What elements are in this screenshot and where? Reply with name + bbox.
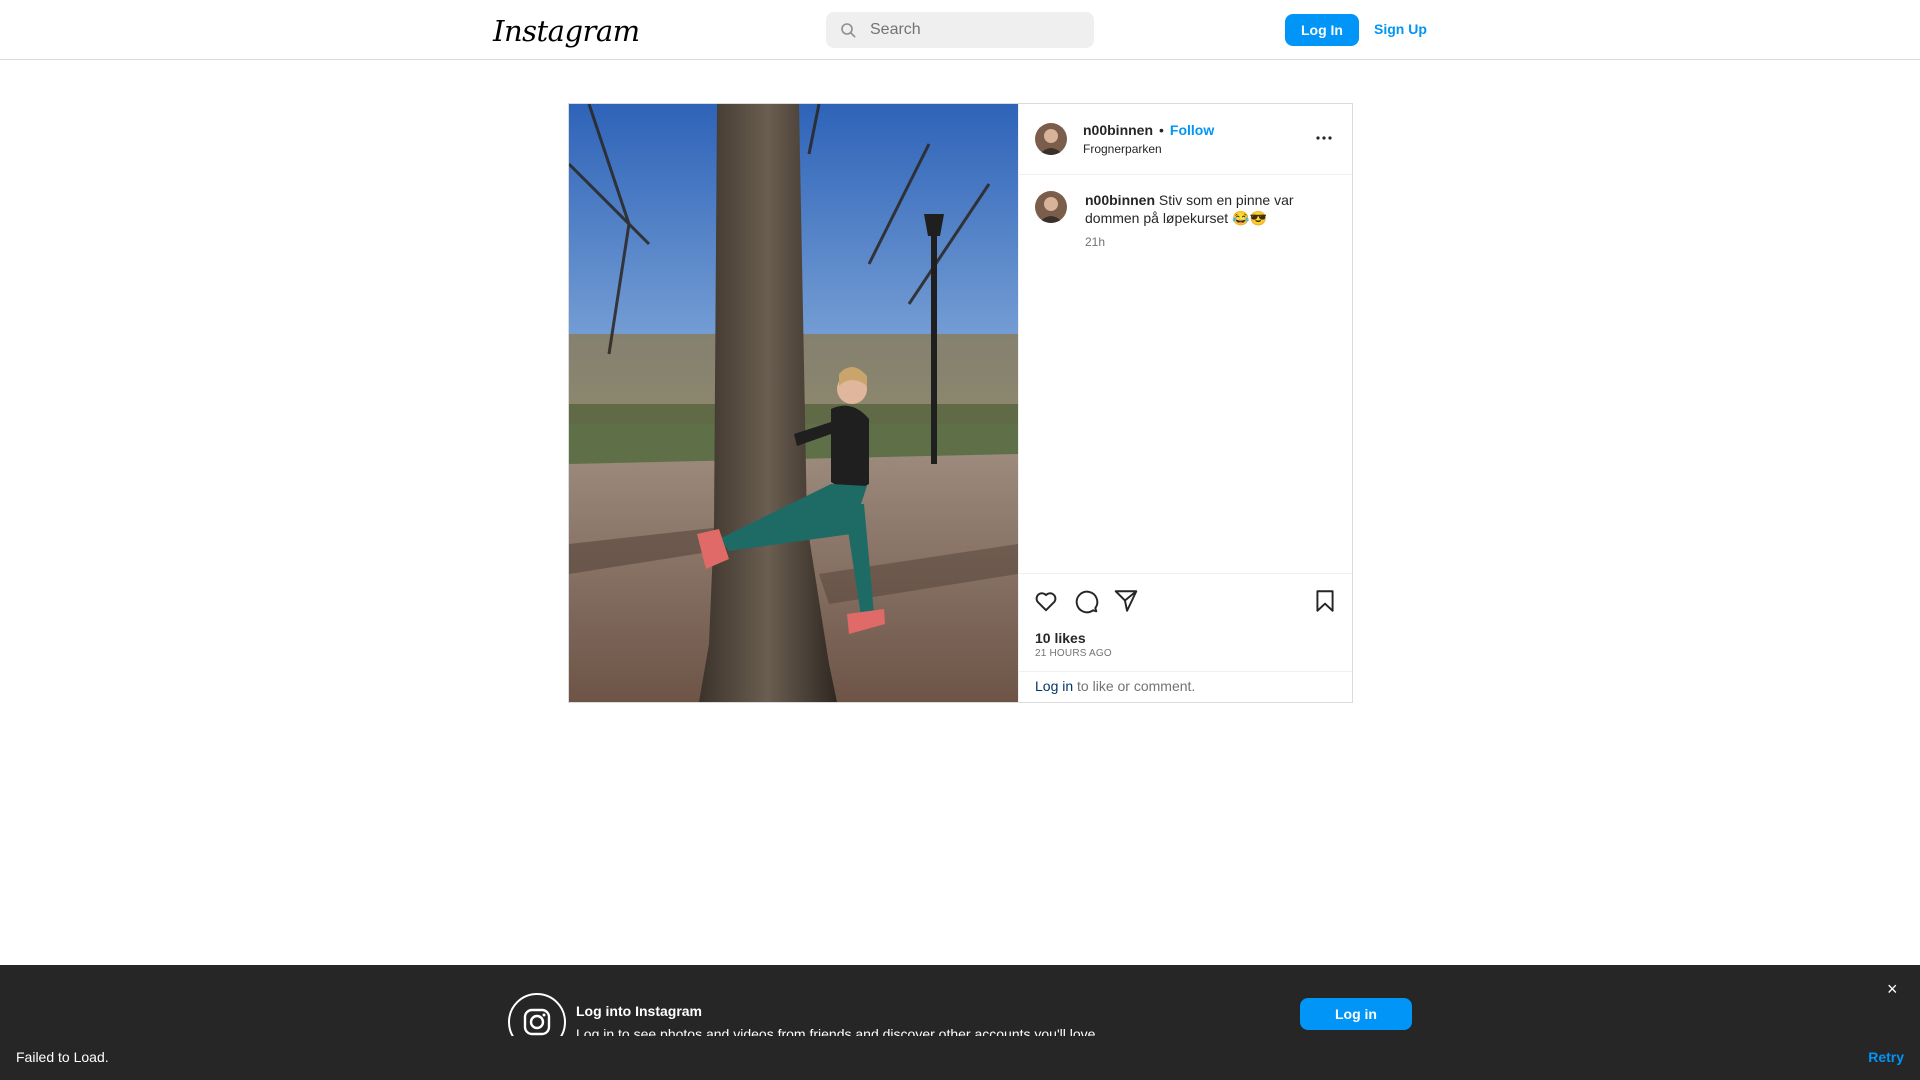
login-link[interactable]: Log in	[1035, 678, 1073, 694]
comment-icon[interactable]	[1073, 588, 1099, 614]
search-input[interactable]	[868, 20, 1082, 40]
banner-login-button[interactable]: Log in	[1300, 998, 1412, 1030]
caption-username[interactable]: n00binnen	[1085, 192, 1155, 208]
login-to-comment: Log in to like or comment.	[1019, 671, 1352, 702]
post-header: n00binnen • Follow Frognerparken	[1019, 104, 1352, 175]
separator-dot: •	[1159, 122, 1164, 138]
retry-button[interactable]: Retry	[1868, 1049, 1904, 1065]
avatar-image	[1035, 191, 1067, 223]
post-card: n00binnen • Follow Frognerparken n00binnen…	[568, 103, 1353, 703]
signup-link[interactable]: Sign Up	[1374, 21, 1427, 37]
error-toast: Failed to Load. Retry	[0, 1036, 1920, 1080]
post-timestamp: 21 HOURS AGO	[1035, 648, 1112, 659]
avatar[interactable]	[1035, 123, 1067, 155]
close-icon[interactable]: ×	[1887, 979, 1898, 1000]
bookmark-icon[interactable]	[1312, 588, 1338, 614]
likes-count[interactable]: 10 likes	[1035, 630, 1086, 646]
top-navigation: Instagram Log In Sign Up	[0, 0, 1920, 60]
login-suffix: to like or comment.	[1073, 678, 1196, 694]
search-box[interactable]	[826, 12, 1094, 48]
post-photo-illustration	[569, 104, 1018, 702]
more-options-icon[interactable]	[1312, 126, 1336, 150]
follow-button[interactable]: Follow	[1170, 122, 1214, 138]
heart-icon[interactable]	[1033, 588, 1059, 614]
location-link[interactable]: Frognerparken	[1083, 142, 1162, 156]
caption: n00binnen Stiv som en pinne var dommen p…	[1085, 191, 1305, 227]
post-sidebar: n00binnen • Follow Frognerparken n00binnen…	[1018, 104, 1352, 702]
username-link[interactable]: n00binnen	[1083, 122, 1153, 138]
post-image[interactable]	[569, 104, 1018, 702]
toast-message: Failed to Load.	[16, 1049, 109, 1065]
caption-area: n00binnen Stiv som en pinne var dommen p…	[1019, 175, 1352, 571]
login-button[interactable]: Log In	[1285, 14, 1359, 46]
share-icon[interactable]	[1113, 588, 1139, 614]
avatar-image	[1035, 123, 1067, 155]
login-banner: Log into Instagram Log in to see photos …	[0, 965, 1920, 1051]
search-icon	[841, 23, 856, 38]
action-bar	[1019, 573, 1352, 614]
banner-title: Log into Instagram	[576, 1003, 702, 1019]
instagram-logo[interactable]: Instagram	[493, 14, 640, 48]
caption-time: 21h	[1085, 235, 1106, 249]
caption-avatar[interactable]	[1035, 191, 1067, 223]
post-header-text: n00binnen • Follow	[1083, 122, 1214, 140]
